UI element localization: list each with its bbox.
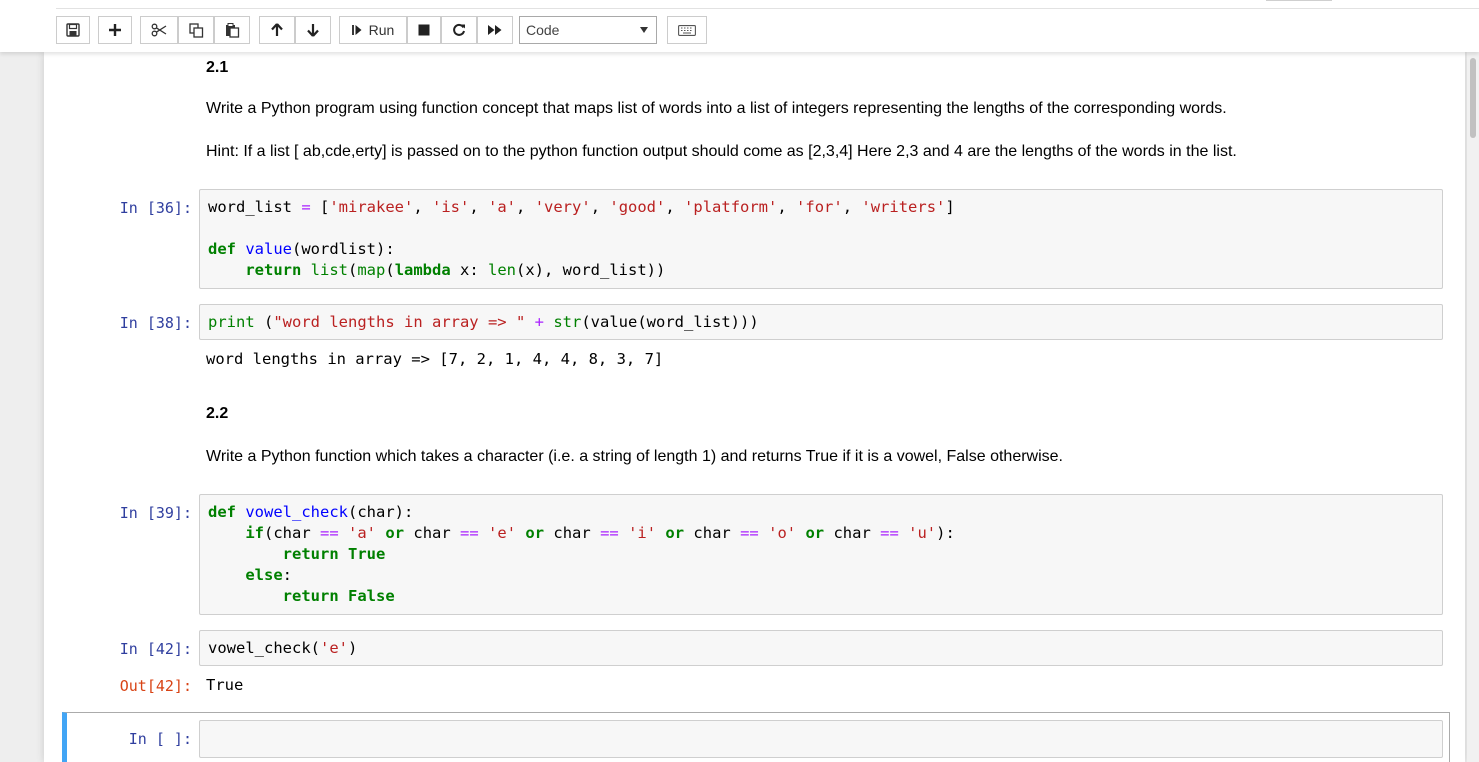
cell-type-value: Code: [526, 22, 560, 38]
cell-39-prompt: In [39]:: [119, 504, 192, 522]
restart-run-all-button[interactable]: [477, 16, 513, 44]
cell-42-prompt: In [42]:: [119, 640, 192, 658]
paste-button[interactable]: [214, 16, 250, 44]
menubar-divider: [56, 8, 1479, 9]
section-1-description: Write a Python program using function co…: [206, 100, 1227, 117]
cell-42-out-prompt: Out[42]:: [119, 677, 192, 695]
cell-38-output: word lengths in array => [7, 2, 1, 4, 4,…: [206, 350, 664, 368]
run-button[interactable]: Run: [339, 16, 407, 44]
command-palette-button[interactable]: [667, 16, 707, 44]
restart-icon: [452, 23, 466, 37]
save-icon: [66, 23, 80, 37]
cell-38-input[interactable]: print ("word lengths in array => " + str…: [199, 304, 1443, 340]
code-line: word_list = ['mirakee', 'is', 'a', 'very…: [208, 198, 955, 216]
cell-36-input[interactable]: word_list = ['mirakee', 'is', 'a', 'very…: [199, 189, 1443, 289]
code-line: return True: [282, 545, 386, 563]
code-line: return list(map(lambda x: len(x), word_l…: [245, 261, 666, 279]
cell-39-input[interactable]: def vowel_check(char): if(char == 'a' or…: [199, 494, 1443, 615]
section-2-description: Write a Python function which takes a ch…: [206, 448, 1063, 465]
arrow-up-icon: [271, 23, 283, 37]
move-up-button[interactable]: [259, 16, 295, 44]
cell-38-prompt: In [38]:: [119, 314, 192, 332]
chevron-down-icon: [640, 27, 648, 33]
code-line: else:: [245, 566, 292, 584]
keyboard-icon: [678, 24, 696, 36]
code-line: print ("word lengths in array => " + str…: [208, 313, 759, 331]
empty-cell-prompt: In [ ]:: [128, 730, 192, 748]
run-icon: [351, 24, 363, 36]
code-line: if(char == 'a' or char == 'e' or char ==…: [245, 524, 955, 542]
stop-icon: [418, 24, 430, 36]
code-line: def vowel_check(char):: [208, 503, 414, 521]
plus-icon: [108, 23, 122, 37]
section-heading-2-1: 2.1: [206, 59, 229, 76]
cell-42-output: True: [206, 676, 244, 694]
move-down-button[interactable]: [295, 16, 331, 44]
empty-cell-input[interactable]: [199, 720, 1443, 758]
cell-36-prompt: In [36]:: [119, 199, 192, 217]
scrollbar-thumb[interactable]: [1470, 58, 1476, 138]
copy-button[interactable]: [178, 16, 214, 44]
cell-type-select[interactable]: Code: [519, 16, 657, 44]
section-1-hint: Hint: If a list [ ab,cde,erty] is passed…: [206, 143, 1237, 160]
cell-42-input[interactable]: vowel_check('e'): [199, 630, 1443, 666]
notebook-toolbar: Run Code: [0, 0, 1479, 52]
fast-forward-icon: [487, 24, 503, 36]
interrupt-button[interactable]: [407, 16, 441, 44]
run-label: Run: [368, 22, 395, 38]
cut-button[interactable]: [140, 16, 178, 44]
code-line: return False: [282, 587, 395, 605]
cut-icon: [151, 23, 167, 37]
header-edge: [1266, 0, 1332, 1]
copy-icon: [188, 22, 204, 38]
save-button[interactable]: [56, 16, 90, 44]
arrow-down-icon: [307, 23, 319, 37]
restart-button[interactable]: [441, 16, 477, 44]
code-line: def value(wordlist):: [208, 240, 395, 258]
page-scrollbar[interactable]: [1467, 52, 1479, 762]
section-heading-2-2: 2.2: [206, 405, 229, 422]
paste-icon: [225, 22, 240, 38]
insert-cell-button[interactable]: [98, 16, 132, 44]
code-line: vowel_check('e'): [208, 639, 358, 657]
